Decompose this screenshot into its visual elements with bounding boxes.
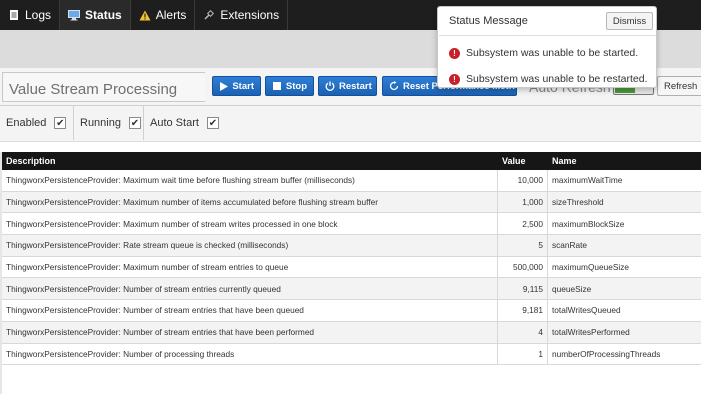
table-body: ThingworxPersistenceProvider: Maximum wa… [2,170,701,366]
cell-description: ThingworxPersistenceProvider: Maximum wa… [2,170,498,191]
cell-value: 1 [498,343,548,365]
cell-name: maximumBlockSize [552,218,625,229]
play-icon [219,81,228,91]
stop-button[interactable]: Stop [265,76,314,96]
cell-name: totalWritesQueued [552,305,621,316]
cell-name: numberOfProcessingThreads [552,348,661,359]
metrics-table: Description Value Name ThingworxPersiste… [2,152,701,366]
header-name[interactable]: Name [548,152,701,170]
cell-value: 9,115 [498,278,548,300]
cell-description: ThingworxPersistenceProvider: Number of … [2,343,498,365]
cell-name: queueSize [552,283,592,294]
running-label: Running [80,117,121,129]
page-title: Value Stream Processing [9,81,178,98]
restart-button[interactable]: Restart [318,76,377,96]
cell-description: ThingworxPersistenceProvider: Number of … [2,278,498,300]
refresh-icon [389,81,399,91]
cell-value: 5 [498,235,548,256]
cell-description: ThingworxPersistenceProvider: Rate strea… [2,235,498,256]
enabled-checkbox[interactable]: ✔ [54,117,67,129]
error-message: ! Subsystem was unable to be started. [449,47,638,59]
cell-value: 4 [498,321,548,343]
table-row[interactable]: ThingworxPersistenceProvider: Maximum nu… [2,256,701,279]
table-row[interactable]: ThingworxPersistenceProvider: Number of … [2,321,701,344]
table-row[interactable]: ThingworxPersistenceProvider: Number of … [2,343,701,366]
tab-extensions[interactable]: Extensions [195,0,289,30]
status-message-popup: Status Message Dismiss ! Subsystem was u… [437,6,657,88]
restart-button-label: Restart [339,80,372,92]
tab-status[interactable]: Status [60,0,131,30]
error-message-text: Subsystem was unable to be started. [466,47,639,59]
cell-value: 9,181 [498,300,548,321]
tab-label: Alerts [155,8,187,22]
enabled-group: Enabled ✔ [0,106,74,140]
power-icon [325,81,335,91]
refresh-button[interactable]: Refresh [657,76,701,96]
auto-start-label: Auto Start [150,117,199,129]
cell-value: 10,000 [498,170,548,191]
auto-start-checkbox[interactable]: ✔ [206,117,219,129]
tab-label: Extensions [220,8,280,22]
cell-name: maximumWaitTime [552,175,623,186]
cell-name: sizeThreshold [552,197,604,208]
cell-description: ThingworxPersistenceProvider: Number of … [2,321,498,343]
auto-start-group: Auto Start ✔ [144,106,222,140]
title-box: Value Stream Processing [2,72,205,102]
plug-icon [203,9,215,21]
cell-description: ThingworxPersistenceProvider: Maximum nu… [2,256,498,278]
tab-alerts[interactable]: Alerts [131,0,196,30]
popup-divider [439,35,656,36]
error-icon: ! [449,47,460,59]
cell-value: 2,500 [498,213,548,235]
cell-description: ThingworxPersistenceProvider: Maximum nu… [2,213,498,235]
table-row[interactable]: ThingworxPersistenceProvider: Rate strea… [2,235,701,257]
warning-icon [139,9,151,21]
document-icon [8,9,20,21]
error-message: ! Subsystem was unable to be restarted. [449,73,648,85]
tab-logs[interactable]: Logs [0,0,61,30]
cell-name: totalWritesPerformed [552,327,630,338]
tab-label: Status [85,8,122,22]
cell-value: 500,000 [498,256,548,278]
stop-icon [272,81,282,91]
header-description[interactable]: Description [2,152,498,170]
error-icon: ! [449,73,460,85]
enabled-label: Enabled [6,117,47,129]
table-row[interactable]: ThingworxPersistenceProvider: Maximum nu… [2,191,701,214]
running-group: Running ✔ [74,106,144,140]
running-checkbox[interactable]: ✔ [128,117,141,129]
table-row[interactable]: ThingworxPersistenceProvider: Number of … [2,278,701,301]
start-button-label: Start [232,80,254,92]
cell-name: scanRate [552,240,588,251]
cell-value: 1,000 [498,191,548,213]
cell-description: ThingworxPersistenceProvider: Maximum nu… [2,191,498,213]
tab-label: Logs [25,8,52,22]
stop-button-label: Stop [285,80,307,92]
monitor-icon [68,9,81,21]
header-value[interactable]: Value [498,152,548,170]
table-header: Description Value Name [2,152,701,170]
table-row[interactable]: ThingworxPersistenceProvider: Maximum nu… [2,213,701,236]
refresh-button-label: Refresh [664,80,698,92]
start-button[interactable]: Start [212,76,261,96]
error-message-text: Subsystem was unable to be restarted. [466,73,648,85]
table-row[interactable]: ThingworxPersistenceProvider: Number of … [2,300,701,322]
state-checkboxes: Enabled ✔ Running ✔ Auto Start ✔ [0,106,701,142]
dismiss-button[interactable]: Dismiss [606,12,653,30]
cell-description: ThingworxPersistenceProvider: Number of … [2,300,498,321]
table-row[interactable]: ThingworxPersistenceProvider: Maximum wa… [2,170,701,192]
popup-title: Status Message [449,15,528,27]
cell-name: maximumQueueSize [552,262,630,273]
